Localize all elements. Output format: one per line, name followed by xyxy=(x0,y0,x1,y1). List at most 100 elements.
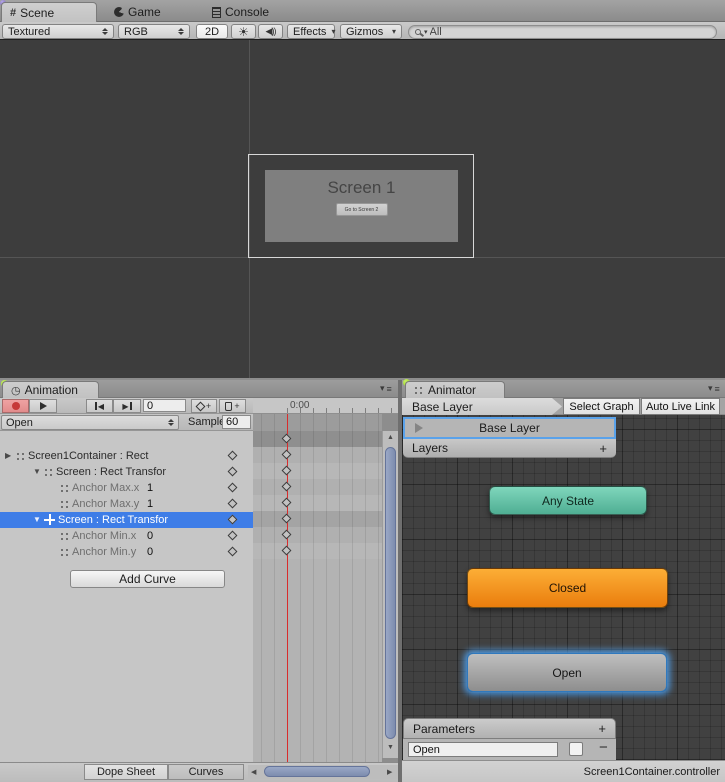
parameter-bool-checkbox[interactable] xyxy=(569,742,583,756)
breadcrumb-base-layer[interactable]: Base Layer xyxy=(402,398,562,415)
foldout-closed-icon[interactable]: ▶ xyxy=(5,451,11,460)
scroll-up-icon[interactable]: ▲ xyxy=(387,434,394,441)
animator-graph[interactable]: Base Layer Layers + Any State Closed Ope… xyxy=(402,415,725,760)
rect-transform-icon xyxy=(60,483,70,493)
gizmos-dropdown[interactable]: Gizmos ▾ xyxy=(340,24,402,39)
tab-animation[interactable]: ◷ Animation xyxy=(2,381,99,398)
anim-row-screen1container[interactable]: ▶ Screen1Container : Rect xyxy=(0,448,253,464)
scroll-down-icon[interactable]: ▼ xyxy=(387,744,394,751)
add-parameter-button[interactable]: + xyxy=(598,721,606,736)
frame-input[interactable] xyxy=(143,399,186,412)
gizmos-label: Gizmos xyxy=(346,26,383,38)
scene-search-field[interactable]: ▾ xyxy=(408,25,717,39)
keyframe-indicator-icon[interactable] xyxy=(228,483,238,493)
sample-input[interactable] xyxy=(222,415,251,429)
anim-row-anchor-min-y[interactable]: Anchor Min.y 0 xyxy=(0,544,253,560)
scene-toolbar: Textured RGB 2D ☀ ◀)) Effects ▾ Gizmos ▾ xyxy=(0,22,725,40)
play-button[interactable] xyxy=(29,399,57,413)
2d-toggle-label: 2D xyxy=(205,26,219,38)
tab-curves[interactable]: Curves xyxy=(168,764,244,780)
parameter-row-open: − xyxy=(403,739,616,760)
prev-key-button[interactable]: ◀ xyxy=(86,399,113,413)
state-node-closed[interactable]: Closed xyxy=(467,568,668,608)
parameter-name-input[interactable] xyxy=(408,742,558,757)
keyframe-indicator-icon[interactable] xyxy=(228,547,238,557)
clip-dropdown[interactable]: Open xyxy=(1,415,179,430)
keyframe-indicator-icon[interactable] xyxy=(228,515,238,525)
view-tabbar: # Scene Game Console xyxy=(0,0,725,22)
rect-transform-icon xyxy=(44,467,54,477)
state-node-open-selected[interactable]: Open xyxy=(467,653,667,692)
keyframe-indicator-icon[interactable] xyxy=(228,467,238,477)
chevron-down-icon: ▾ xyxy=(380,383,385,394)
auto-live-link-button[interactable]: Auto Live Link xyxy=(641,398,720,415)
rect-transform-icon xyxy=(60,547,70,557)
add-keyframe-button[interactable]: + xyxy=(191,399,217,413)
scroll-left-icon[interactable]: ◀ xyxy=(251,768,256,776)
2d-toggle[interactable]: 2D xyxy=(196,24,228,39)
dopesheet-timeline[interactable] xyxy=(253,414,382,762)
next-key-icon xyxy=(130,402,132,410)
keyframe-indicator-icon[interactable] xyxy=(228,499,238,509)
remove-parameter-button[interactable]: − xyxy=(599,739,608,756)
screen1-title: Screen 1 xyxy=(265,178,458,198)
animator-states-icon xyxy=(414,385,424,395)
vertical-scroll-thumb[interactable] xyxy=(385,447,396,739)
screen1-button[interactable]: Go to Screen 2 xyxy=(336,203,388,216)
scroll-right-icon[interactable]: ▶ xyxy=(387,768,392,776)
animator-panel-menu[interactable]: ▾ ≡ xyxy=(708,383,720,394)
record-button[interactable] xyxy=(2,399,29,413)
parameters-header[interactable]: Parameters + xyxy=(403,718,616,739)
game-icon xyxy=(114,7,124,17)
lighting-toggle[interactable]: ☀ xyxy=(231,24,256,39)
keyframe-indicator-icon[interactable] xyxy=(228,451,238,461)
layers-header[interactable]: Layers + xyxy=(403,439,616,458)
timeline-vertical-scrollbar[interactable]: ▲ ▼ xyxy=(382,431,398,758)
horizontal-scroll-thumb[interactable] xyxy=(264,766,370,777)
tab-animator-label: Animator xyxy=(428,383,476,397)
tab-dope-sheet[interactable]: Dope Sheet xyxy=(84,764,168,780)
tab-scene[interactable]: # Scene xyxy=(1,2,97,22)
rect-transform-icon xyxy=(60,531,70,541)
timeline-frame-stripes xyxy=(253,414,382,762)
anim-row-screen-recttransform-2-selected[interactable]: ▼ Screen : Rect Transfor xyxy=(0,512,253,528)
search-input[interactable] xyxy=(430,26,700,38)
keyframe-indicator-icon[interactable] xyxy=(228,531,238,541)
anim-row-anchor-max-x[interactable]: Anchor Max.x 1 xyxy=(0,480,253,496)
next-key-button[interactable]: ▶ xyxy=(113,399,141,413)
select-graph-button[interactable]: Select Graph xyxy=(563,398,640,415)
animator-tabstrip: Animator ▾ ≡ xyxy=(402,380,725,398)
animation-toolbar: ◀ ▶ + + xyxy=(0,398,253,414)
rect-transform-icon xyxy=(16,451,26,461)
scene-viewport[interactable]: Screen 1 Go to Screen 2 xyxy=(0,40,725,378)
menu-icon: ≡ xyxy=(387,384,392,394)
add-keyframe-icon xyxy=(195,401,205,411)
add-event-button[interactable]: + xyxy=(219,399,246,413)
animation-property-list: ▶ Screen1Container : Rect ▼ Screen : Rec… xyxy=(0,431,253,762)
sun-icon: ☀ xyxy=(238,25,249,39)
layer-item-base-layer[interactable]: Base Layer xyxy=(403,417,616,439)
anim-row-anchor-max-y[interactable]: Anchor Max.y 1 xyxy=(0,496,253,512)
screen1-panel[interactable]: Screen 1 Go to Screen 2 xyxy=(265,170,458,242)
rect-transform-icon xyxy=(60,499,70,509)
move-tool-icon xyxy=(44,514,55,525)
foldout-open-icon[interactable]: ▼ xyxy=(33,515,41,524)
anim-row-screen-recttransform-1[interactable]: ▼ Screen : Rect Transfor xyxy=(0,464,253,480)
foldout-open-icon[interactable]: ▼ xyxy=(33,467,41,476)
render-channel-dropdown[interactable]: RGB xyxy=(118,24,190,39)
tab-game[interactable]: Game xyxy=(108,2,167,22)
tab-animator[interactable]: Animator xyxy=(405,381,505,398)
animation-panel-menu[interactable]: ▾ ≡ xyxy=(380,383,392,394)
tab-console[interactable]: Console xyxy=(206,2,275,22)
anim-row-anchor-min-x[interactable]: Anchor Min.x 0 xyxy=(0,528,253,544)
effects-dropdown[interactable]: Effects ▾ xyxy=(287,24,335,39)
state-node-any-state[interactable]: Any State xyxy=(489,486,647,515)
scene-grid-icon: # xyxy=(10,7,16,19)
timeline-ruler[interactable]: 0:00 xyxy=(253,398,398,414)
animator-status-bar: Screen1Container.controller xyxy=(402,760,725,782)
add-layer-button[interactable]: + xyxy=(599,441,607,456)
shading-mode-dropdown[interactable]: Textured xyxy=(2,24,114,39)
audio-toggle[interactable]: ◀)) xyxy=(258,24,283,39)
timeline-horizontal-scrollbar[interactable]: ◀ ▶ xyxy=(248,765,398,779)
add-curve-button[interactable]: Add Curve xyxy=(70,570,225,588)
